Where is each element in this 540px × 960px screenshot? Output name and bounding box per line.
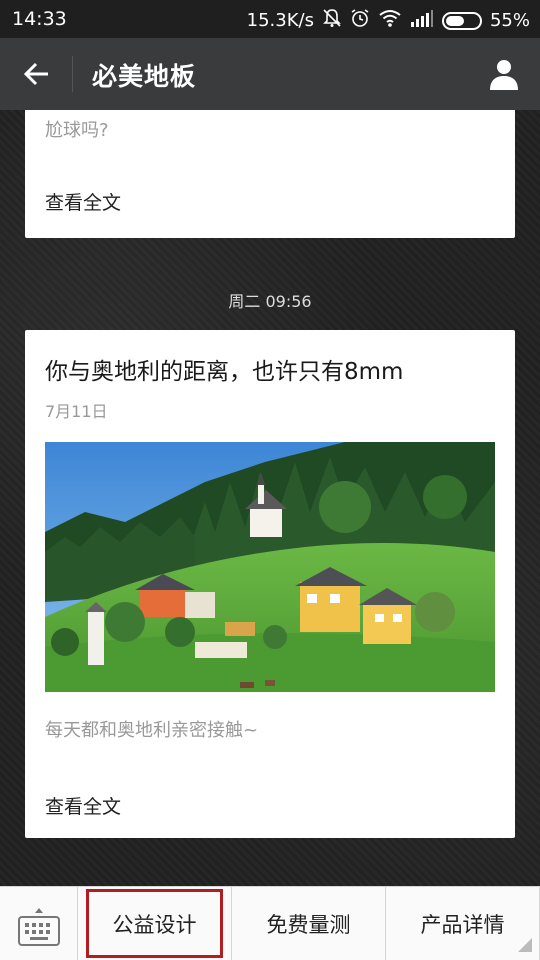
battery-icon <box>441 11 482 30</box>
menu-item-public-design[interactable]: 公益设计 <box>78 887 232 960</box>
article-description: 每天都和奥地利亲密接触~ <box>45 720 259 741</box>
message-timestamp: 周二 09:56 <box>228 292 312 311</box>
person-icon[interactable] <box>486 56 522 92</box>
article-title[interactable]: 你与奥地利的距离，也许只有8mm <box>45 352 403 386</box>
status-right-group: 15.3K/s 55% <box>247 8 530 33</box>
article-date: 7月11日 <box>45 402 108 421</box>
bottom-menu-bar: 公益设计 免费量测 产品详情 <box>0 886 540 960</box>
arrow-left-icon[interactable] <box>18 56 54 92</box>
alarm-icon <box>350 8 370 33</box>
resize-corner-icon <box>518 938 532 952</box>
signal-icon <box>410 9 434 32</box>
read-more-link[interactable]: 查看全文 <box>45 188 121 215</box>
app-header: 必美地板 <box>0 38 540 110</box>
wifi-icon <box>378 8 402 33</box>
message-list[interactable]: 尬球吗? 查看全文 周二 09:56 你与奥地利的距离，也许只有8mm 7月11… <box>0 110 540 886</box>
battery-percent: 55% <box>489 10 530 31</box>
article-card[interactable]: 尬球吗? 查看全文 <box>25 110 515 238</box>
battery-fill <box>445 15 464 26</box>
menu-item-free-measure[interactable]: 免费量测 <box>232 887 386 960</box>
status-time: 14:33 <box>12 8 67 30</box>
keyboard-icon <box>18 907 60 951</box>
article-card[interactable]: 你与奥地利的距离，也许只有8mm 7月11日 每天都和奥地利亲密接触~ 查看全文 <box>25 330 515 838</box>
page-title: 必美地板 <box>92 62 197 91</box>
read-more-link[interactable]: 查看全文 <box>45 792 121 819</box>
status-bar: 14:33 15.3K/s 55% <box>0 0 540 38</box>
article-cover-image[interactable] <box>45 442 495 692</box>
network-speed: 15.3K/s <box>246 10 314 31</box>
menu-item-product-details[interactable]: 产品详情 <box>386 887 540 960</box>
mute-bell-icon <box>322 8 342 33</box>
article-excerpt: 尬球吗? <box>45 120 109 141</box>
keyboard-toggle-button[interactable] <box>0 887 78 960</box>
header-divider <box>72 56 73 92</box>
